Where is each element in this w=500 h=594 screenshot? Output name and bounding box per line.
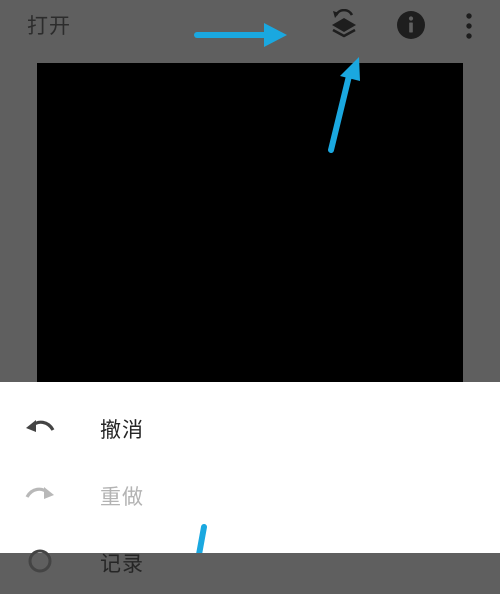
redo-icon bbox=[25, 487, 54, 499]
menu-item-label: 撤消 bbox=[100, 418, 144, 442]
open-button[interactable]: 打开 bbox=[27, 10, 71, 40]
history-icon bbox=[28, 549, 52, 573]
menu-item-undo[interactable]: 撤消 bbox=[0, 394, 500, 460]
menu-item-redo[interactable]: 重做 bbox=[0, 461, 500, 527]
image-canvas[interactable] bbox=[37, 63, 463, 393]
layers-history-icon[interactable] bbox=[330, 9, 358, 41]
menu-item-history[interactable]: 记录 bbox=[0, 528, 500, 594]
info-icon[interactable] bbox=[396, 10, 426, 40]
more-vert-icon[interactable] bbox=[462, 12, 476, 40]
bottom-sheet-menu: 撤消 重做 记录 bbox=[0, 382, 500, 576]
undo-icon bbox=[26, 420, 55, 432]
menu-item-label: 重做 bbox=[100, 485, 144, 509]
top-app-bar: 打开 bbox=[0, 0, 500, 52]
